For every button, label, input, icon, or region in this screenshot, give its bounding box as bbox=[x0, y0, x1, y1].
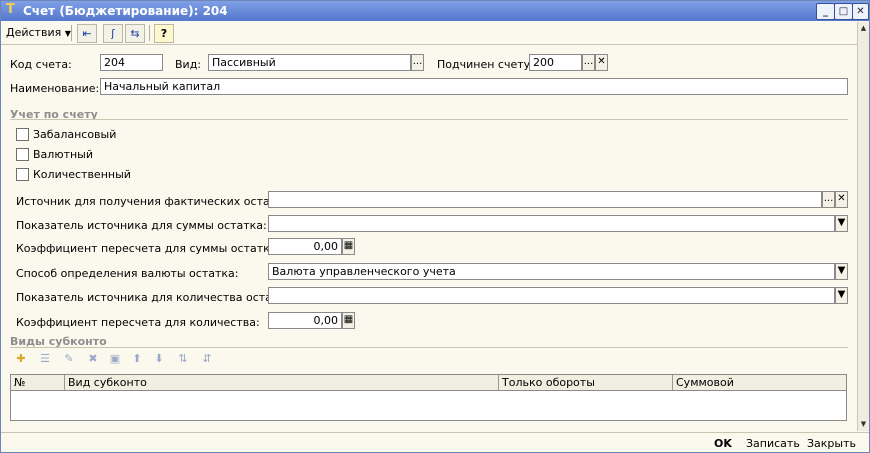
toolbar-separator bbox=[71, 25, 72, 41]
formula-icon[interactable]: ʃ bbox=[103, 24, 123, 43]
sort-asc-icon[interactable]: ⇅ bbox=[175, 351, 191, 367]
sum-indicator-field[interactable] bbox=[268, 215, 835, 232]
sum-coefficient-label: Коэффициент пересчета для суммы остатка: bbox=[16, 242, 281, 255]
source-choice-button[interactable]: ... bbox=[822, 191, 835, 208]
toolbar-separator bbox=[149, 25, 150, 41]
chevron-down-icon[interactable]: ▼ bbox=[835, 215, 848, 232]
actions-menu-button[interactable]: Действия ▼ bbox=[6, 24, 71, 41]
clear-icon[interactable]: ✕ bbox=[595, 54, 608, 71]
chevron-down-icon[interactable]: ▼ bbox=[835, 287, 848, 304]
help-icon[interactable]: ? bbox=[154, 24, 174, 43]
quantity-indicator-field[interactable] bbox=[268, 287, 835, 304]
kind-field[interactable]: Пассивный bbox=[208, 54, 411, 71]
maximize-icon[interactable]: □ bbox=[834, 3, 853, 20]
scroll-up-icon[interactable]: ▲ bbox=[859, 23, 868, 33]
window-title: Счет (Бюджетирование): 204 bbox=[23, 4, 228, 18]
add-copy-icon[interactable]: ☰ bbox=[37, 351, 53, 367]
column-turnover-only[interactable]: Только обороты bbox=[499, 375, 673, 390]
save-button[interactable]: Записать bbox=[746, 437, 800, 450]
delete-icon[interactable]: ✖ bbox=[85, 351, 101, 367]
move-up-icon[interactable]: ⬆ bbox=[129, 351, 145, 367]
add-icon[interactable]: ✚ bbox=[13, 351, 29, 367]
column-subconto-kind[interactable]: Вид субконто bbox=[65, 375, 499, 390]
toolbar: Действия ▼ ⇤ ʃ ⇆ ? bbox=[1, 22, 859, 45]
refresh-icon[interactable]: ⇆ bbox=[125, 24, 145, 43]
sum-indicator-label: Показатель источника для суммы остатка: bbox=[16, 219, 267, 232]
column-number[interactable]: № bbox=[11, 375, 65, 390]
parent-choice-button[interactable]: ... bbox=[582, 54, 595, 71]
name-input[interactable]: Начальный капитал bbox=[100, 78, 848, 95]
code-input[interactable]: 204 bbox=[100, 54, 163, 71]
chevron-down-icon[interactable]: ▼ bbox=[835, 263, 848, 280]
checkbox-quantity-label: Количественный bbox=[33, 168, 131, 181]
checkbox-currency-label: Валютный bbox=[33, 148, 94, 161]
currency-method-field[interactable]: Валюта управленческого учета bbox=[268, 263, 835, 280]
title-bar[interactable]: T Счет (Бюджетирование): 204 _ □ ✕ bbox=[1, 1, 869, 21]
kind-label: Вид: bbox=[175, 58, 202, 71]
kind-choice-button[interactable]: ... bbox=[411, 54, 424, 71]
checkbox-currency[interactable] bbox=[16, 148, 29, 161]
actions-menu-label: Действия bbox=[6, 26, 62, 39]
table-header: № Вид субконто Только обороты Суммовой bbox=[11, 375, 846, 391]
parent-label: Подчинен счету: bbox=[437, 58, 534, 71]
account-form-window: T Счет (Бюджетирование): 204 _ □ ✕ Дейст… bbox=[0, 0, 870, 453]
close-button[interactable]: Закрыть bbox=[807, 437, 856, 450]
column-sum[interactable]: Суммовой bbox=[673, 375, 846, 390]
dropdown-arrow-icon: ▼ bbox=[64, 29, 71, 38]
subconto-table[interactable]: № Вид субконто Только обороты Суммовой bbox=[10, 374, 847, 421]
close-icon[interactable]: ✕ bbox=[852, 3, 869, 20]
calculator-icon[interactable]: ▦ bbox=[342, 312, 355, 329]
quantity-coefficient-label: Коэффициент пересчета для количества: bbox=[16, 316, 260, 329]
quantity-coefficient-input[interactable]: 0,00 bbox=[268, 312, 342, 329]
section-divider bbox=[10, 347, 848, 348]
clear-icon[interactable]: ✕ bbox=[835, 191, 848, 208]
footer-bar: OK Записать Закрыть bbox=[1, 432, 869, 453]
parent-account-field[interactable]: 200 bbox=[529, 54, 582, 71]
save-icon[interactable]: ▣ bbox=[107, 351, 123, 367]
calculator-icon[interactable]: ▦ bbox=[342, 238, 355, 255]
sum-coefficient-input[interactable]: 0,00 bbox=[268, 238, 342, 255]
source-field[interactable] bbox=[268, 191, 822, 208]
checkbox-quantity[interactable] bbox=[16, 168, 29, 181]
checkbox-offbalance[interactable] bbox=[16, 128, 29, 141]
quantity-indicator-label: Показатель источника для количества оста… bbox=[16, 291, 296, 304]
vertical-scrollbar[interactable]: ▲ ▼ bbox=[857, 22, 869, 431]
currency-method-label: Способ определения валюты остатка: bbox=[16, 267, 239, 280]
edit-icon[interactable]: ✎ bbox=[61, 351, 77, 367]
scroll-down-icon[interactable]: ▼ bbox=[859, 419, 868, 429]
sort-desc-icon[interactable]: ⇵ bbox=[199, 351, 215, 367]
source-label: Источник для получения фактических остат… bbox=[16, 195, 300, 208]
minimize-icon[interactable]: _ bbox=[816, 3, 835, 20]
move-down-icon[interactable]: ⬇ bbox=[151, 351, 167, 367]
code-label: Код счета: bbox=[10, 58, 72, 71]
exit-icon[interactable]: ⇤ bbox=[77, 24, 97, 43]
checkbox-offbalance-label: Забалансовый bbox=[33, 128, 117, 141]
name-label: Наименование: bbox=[10, 82, 100, 95]
ok-button[interactable]: OK bbox=[714, 437, 732, 450]
app-icon: T bbox=[6, 2, 15, 17]
section-divider bbox=[10, 119, 848, 120]
